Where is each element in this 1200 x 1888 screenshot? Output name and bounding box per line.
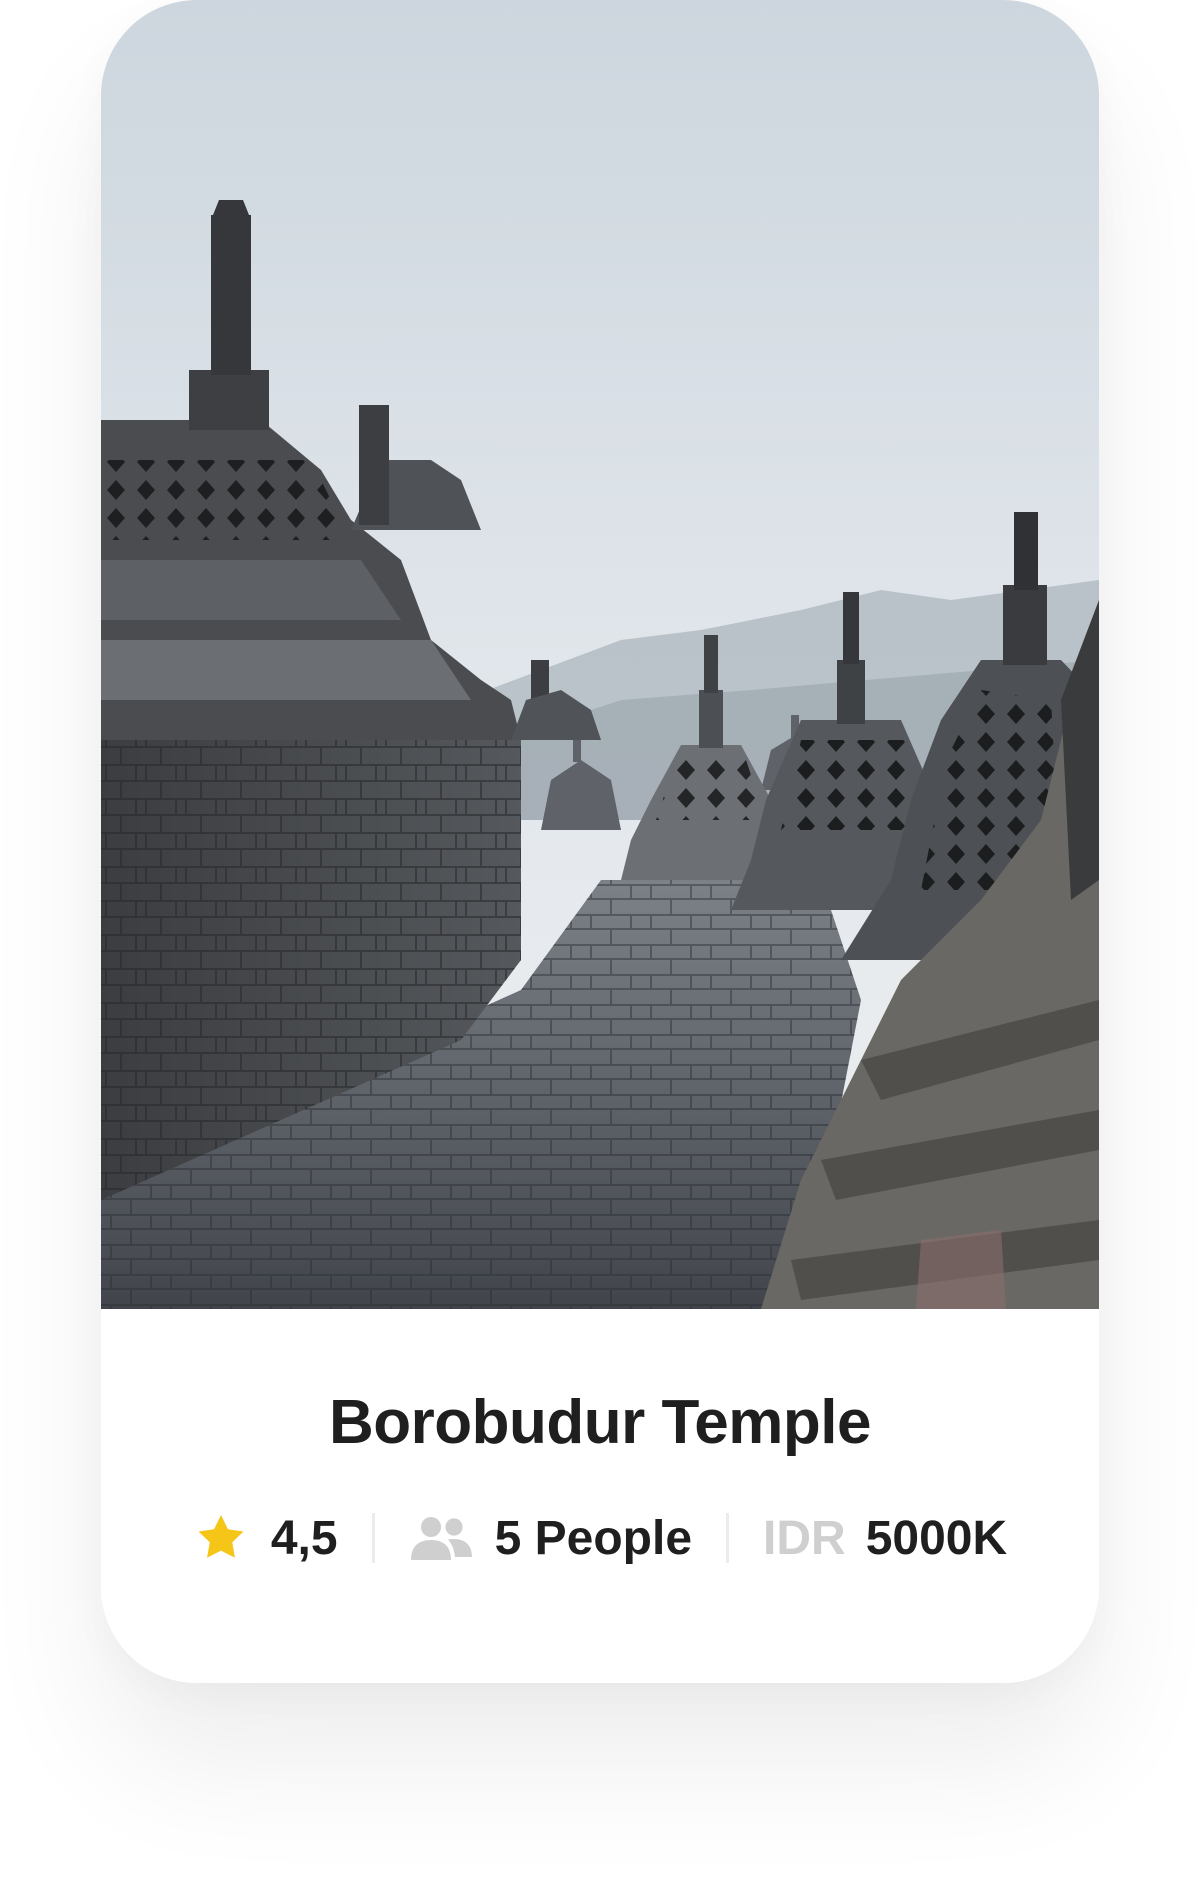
star-icon [198,1515,244,1558]
people-icon [410,1517,472,1560]
price-currency: IDR [763,1511,846,1565]
rating-value: 4,5 [270,1511,338,1565]
destination-title: Borobudur Temple [329,1388,871,1457]
destination-card[interactable]: Borobudur Temple 4,5 5 People IDR 5000K [101,0,1099,1683]
app-screen: Borobudur Temple 4,5 5 People IDR 5000K [0,0,1200,1888]
capacity: 5 People [409,1511,692,1566]
meta-row: 4,5 5 People IDR 5000K [101,1505,1099,1571]
card-info: Borobudur Temple 4,5 5 People IDR 5000K [101,1309,1099,1683]
capacity-value: 5 People [494,1511,693,1565]
temple-photo [101,0,1099,1309]
rating: 4,5 [193,1511,338,1566]
divider [726,1513,730,1563]
price-amount: 5000K [865,1511,1008,1565]
divider [371,1513,375,1563]
price: IDR 5000K [763,1511,1007,1566]
